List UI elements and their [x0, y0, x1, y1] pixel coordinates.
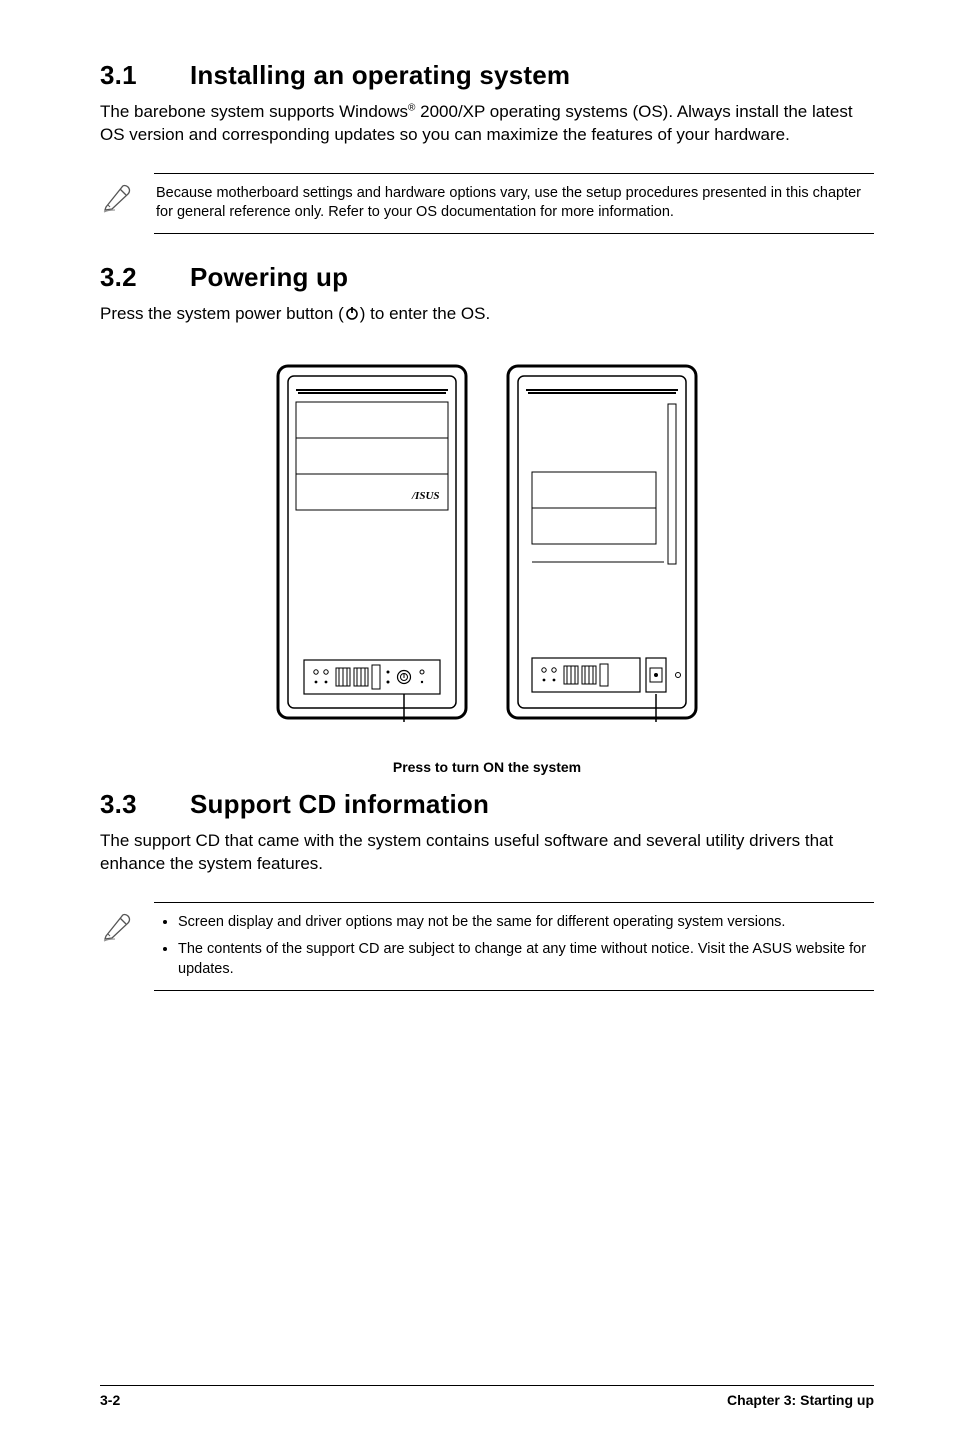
note-item: Screen display and driver options may no…	[178, 913, 872, 933]
section-3-3-body: The support CD that came with the system…	[100, 830, 874, 876]
body-text: Press the system power button (	[100, 304, 344, 323]
section-heading-3-3: 3.3Support CD information	[100, 789, 874, 820]
pencil-note-icon	[100, 902, 154, 949]
pc-case-front-asus: /ISUS	[274, 362, 470, 727]
section-3-2-body: Press the system power button ( ) to ente…	[100, 303, 874, 326]
section-number: 3.3	[100, 789, 190, 820]
note-item: The contents of the support CD are subje…	[178, 940, 872, 979]
note-block-3-1: Because motherboard settings and hardwar…	[100, 173, 874, 234]
footer-page-number: 3-2	[100, 1392, 120, 1408]
pc-case-front-plain	[504, 362, 700, 727]
illustration-caption: Press to turn ON the system	[100, 759, 874, 775]
section-number: 3.1	[100, 60, 190, 91]
page-footer: 3-2 Chapter 3: Starting up	[100, 1385, 874, 1408]
svg-text:/ISUS: /ISUS	[411, 490, 440, 502]
note-text: Because motherboard settings and hardwar…	[154, 173, 874, 234]
section-3-1-body: The barebone system supports Windows® 20…	[100, 101, 874, 147]
section-title: Support CD information	[190, 789, 489, 819]
illustration-area: /ISUS	[100, 362, 874, 775]
footer-chapter: Chapter 3: Starting up	[727, 1392, 874, 1408]
pencil-note-icon	[100, 173, 154, 220]
section-heading-3-2: 3.2Powering up	[100, 262, 874, 293]
section-title: Installing an operating system	[190, 60, 570, 90]
body-text: The barebone system supports Windows	[100, 102, 408, 121]
section-title: Powering up	[190, 262, 348, 292]
power-button-case2	[650, 668, 662, 682]
body-text: ) to enter the OS.	[360, 304, 490, 323]
section-number: 3.2	[100, 262, 190, 293]
note-list: Screen display and driver options may no…	[154, 902, 874, 991]
power-icon	[344, 305, 360, 321]
power-button-case1	[398, 670, 411, 683]
note-block-3-3: Screen display and driver options may no…	[100, 902, 874, 991]
section-heading-3-1: 3.1Installing an operating system	[100, 60, 874, 91]
